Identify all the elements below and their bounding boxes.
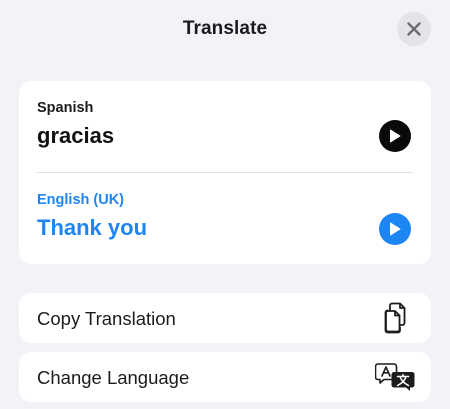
- target-text: Thank you: [37, 215, 148, 240]
- sheet-header: Translate: [0, 0, 450, 60]
- copy-translation-button[interactable]: Copy Translation: [19, 293, 431, 343]
- source-text: gracias: [37, 123, 115, 148]
- close-icon: [407, 22, 421, 36]
- sheet-title: Translate: [182, 18, 268, 39]
- divider: [37, 172, 413, 173]
- copy-icon-wrap: [381, 302, 413, 334]
- play-source-button[interactable]: [379, 120, 411, 152]
- translate-icon-wrap: [375, 361, 415, 393]
- play-icon: [390, 129, 401, 143]
- target-language-label: English (UK): [37, 192, 124, 208]
- play-icon: [390, 222, 401, 236]
- change-language-label: Change Language: [37, 367, 190, 388]
- translate-icon: [375, 363, 415, 391]
- translation-card: Spanish gracias English (UK) Thank you: [19, 81, 431, 264]
- play-target-button[interactable]: [379, 213, 411, 245]
- change-language-button[interactable]: Change Language: [19, 352, 431, 402]
- close-button[interactable]: [397, 12, 431, 46]
- copy-documents-icon: [384, 302, 406, 334]
- source-language-label: Spanish: [37, 100, 94, 116]
- copy-translation-label: Copy Translation: [37, 308, 176, 329]
- translate-sheet: Translate Spanish gracias English (UK) T…: [0, 0, 450, 409]
